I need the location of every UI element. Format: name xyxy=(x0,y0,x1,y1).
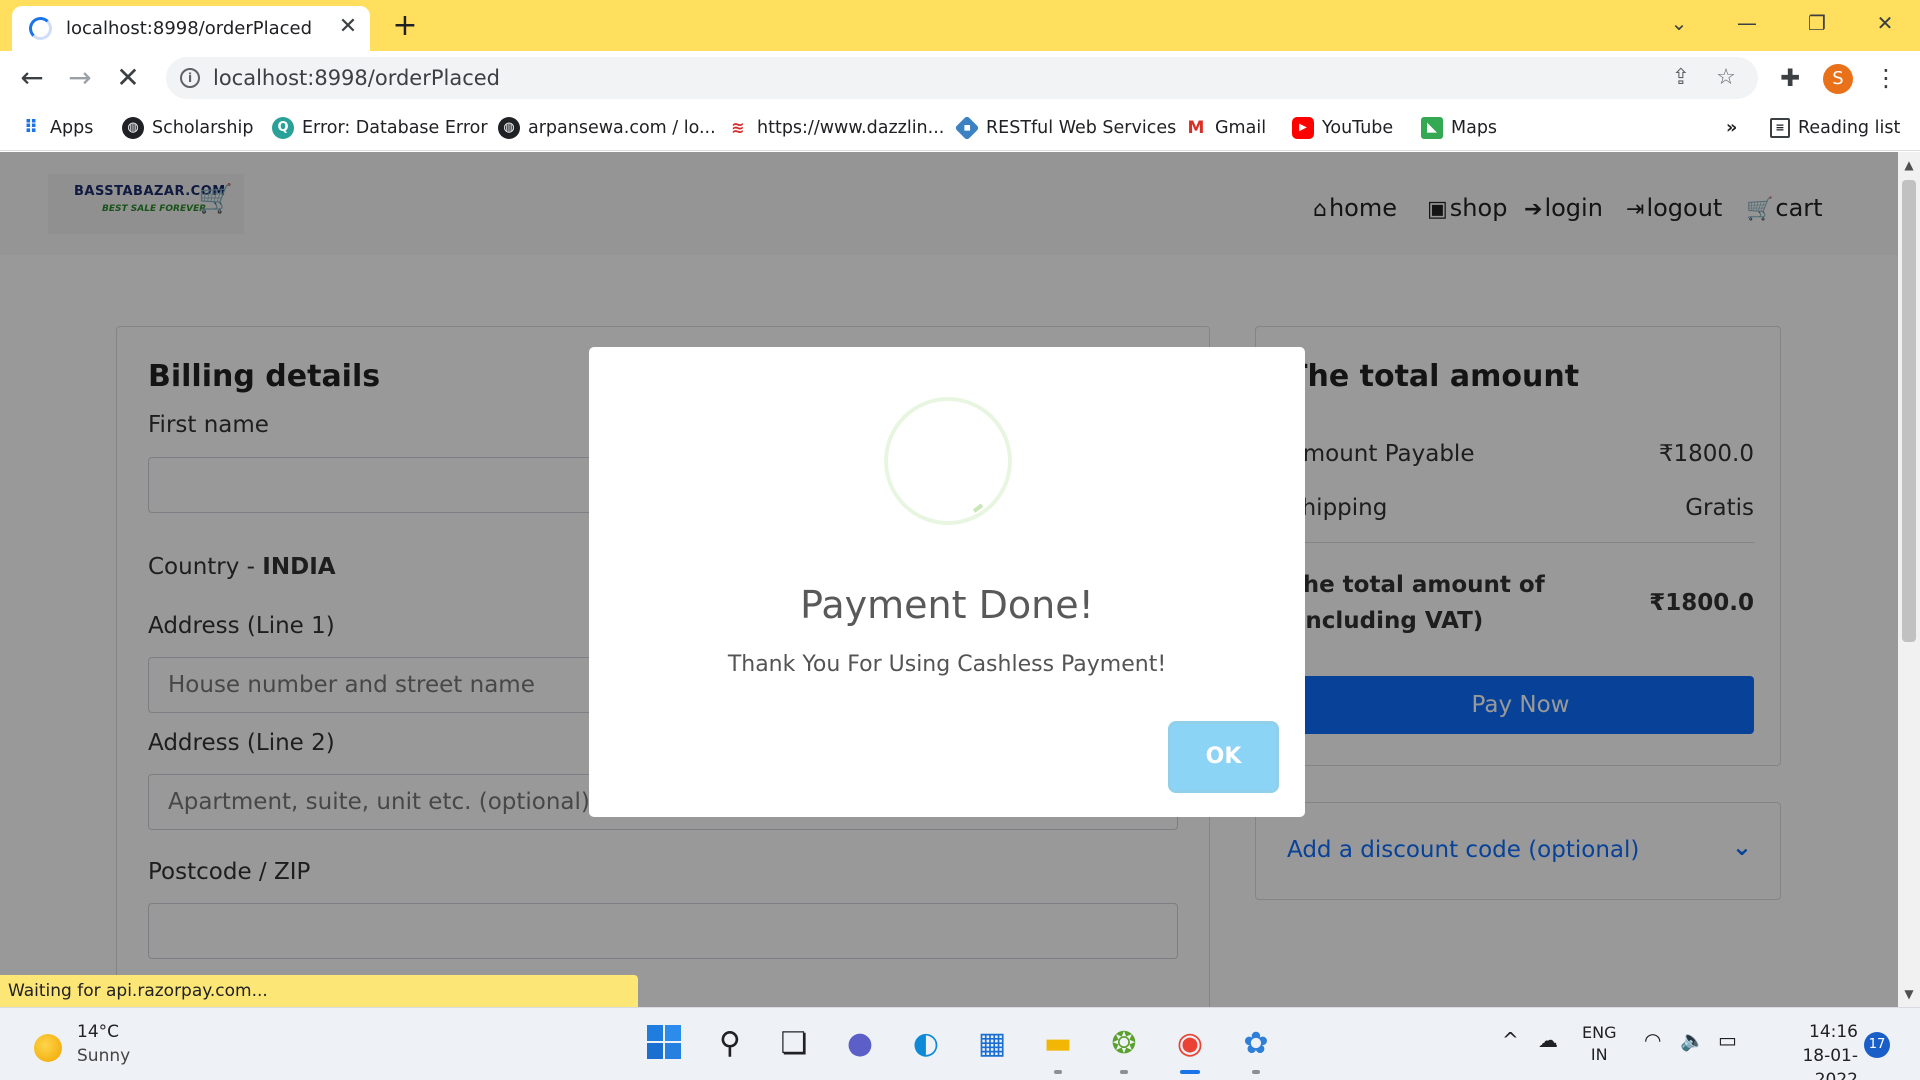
back-button[interactable]: ← xyxy=(14,61,50,97)
site-icon: ≋ xyxy=(731,118,745,137)
paint-icon[interactable]: ✿ xyxy=(1236,1024,1276,1064)
loading-spinner-icon xyxy=(29,17,52,40)
battery-icon[interactable]: ▭ xyxy=(1718,1028,1737,1052)
clock-time: 14:16 xyxy=(1809,1022,1858,1042)
bookmark-database-error[interactable]: Q Error: Database Error xyxy=(272,115,488,141)
bookmark-apps[interactable]: ⠿ Apps xyxy=(20,115,93,141)
bookmark-arpansewa[interactable]: ◍ arpansewa.com / lo... xyxy=(498,115,716,141)
store-icon[interactable]: ▦ xyxy=(972,1024,1012,1064)
site-icon: Q xyxy=(272,117,294,139)
notification-badge[interactable]: 17 xyxy=(1864,1032,1890,1058)
modal-title: Payment Done! xyxy=(800,583,1094,627)
restore-button[interactable]: ❐ xyxy=(1794,8,1840,38)
running-indicator xyxy=(1054,1070,1062,1074)
weather-temperature: 14°C xyxy=(77,1022,120,1042)
task-view-icon[interactable]: ❏ xyxy=(774,1024,814,1064)
running-indicator xyxy=(1120,1070,1128,1074)
tab-search-icon[interactable]: ⌄ xyxy=(1656,8,1702,38)
stop-loading-button[interactable]: ✕ xyxy=(110,61,146,97)
site-info-icon[interactable]: i xyxy=(180,68,200,88)
language-code: ENG xyxy=(1582,1023,1617,1042)
show-hidden-icons-icon[interactable]: ^ xyxy=(1502,1028,1519,1052)
globe-icon: ◍ xyxy=(498,117,520,139)
volume-icon[interactable]: 🔈 xyxy=(1680,1028,1705,1052)
running-indicator xyxy=(1252,1070,1260,1074)
close-tab-icon[interactable]: ✕ xyxy=(334,13,362,41)
scroll-up-icon[interactable]: ▲ xyxy=(1898,154,1920,176)
browser-tab[interactable]: localhost:8998/orderPlaced ✕ xyxy=(12,6,370,51)
gmail-icon: M xyxy=(1187,118,1205,138)
web-page: BASSTABAZAR.COM BEST SALE FOREVER 🛒 ⌂hom… xyxy=(0,152,1898,1007)
browser-toolbar: ← → ✕ i localhost:8998/orderPlaced ⇪ ☆ ✚… xyxy=(0,51,1920,105)
start-button[interactable] xyxy=(644,1024,684,1064)
bookmark-star-icon[interactable]: ☆ xyxy=(1711,63,1741,93)
bookmark-scholarship[interactable]: ◍ Scholarship xyxy=(122,115,254,141)
wifi-icon[interactable]: ◠ xyxy=(1644,1028,1661,1052)
bookmark-youtube[interactable]: ▶ YouTube xyxy=(1292,115,1393,141)
bookmark-maps[interactable]: ◣ Maps xyxy=(1421,115,1497,141)
apps-grid-icon: ⠿ xyxy=(23,117,39,138)
youtube-icon: ▶ xyxy=(1292,117,1314,139)
region-code: IN xyxy=(1590,1045,1608,1064)
windows-logo-icon xyxy=(647,1025,681,1059)
active-indicator xyxy=(1180,1070,1200,1074)
onedrive-cloud-icon[interactable]: ☁ xyxy=(1538,1028,1558,1052)
success-spinner-icon xyxy=(884,397,1012,525)
menu-kebab-icon[interactable]: ⋮ xyxy=(1870,62,1902,94)
reading-list-icon: ≡ xyxy=(1770,118,1790,138)
spring-tool-icon[interactable]: ❂ xyxy=(1104,1024,1144,1064)
modal-message: Thank You For Using Cashless Payment! xyxy=(727,652,1167,677)
site-icon: ◆ xyxy=(954,115,980,141)
new-tab-button[interactable]: + xyxy=(388,10,422,44)
profile-avatar[interactable]: S xyxy=(1823,64,1853,94)
close-window-button[interactable]: ✕ xyxy=(1862,8,1908,38)
globe-icon: ◍ xyxy=(122,117,144,139)
scrollbar-thumb[interactable] xyxy=(1902,180,1916,642)
language-indicator[interactable]: ENG IN xyxy=(1582,1022,1616,1066)
extensions-icon[interactable]: ✚ xyxy=(1774,62,1806,94)
status-bubble: Waiting for api.razorpay.com... xyxy=(0,975,638,1007)
bookmarks-overflow-button[interactable]: » xyxy=(1726,115,1737,141)
forward-button[interactable]: → xyxy=(62,61,98,97)
maps-icon: ◣ xyxy=(1421,117,1443,139)
chat-icon[interactable]: ● xyxy=(840,1024,880,1064)
sun-icon xyxy=(34,1034,62,1062)
share-icon[interactable]: ⇪ xyxy=(1666,63,1696,93)
bookmark-restful[interactable]: ◆ RESTful Web Services xyxy=(954,115,1176,141)
bookmarks-bar: ⠿ Apps ◍ Scholarship Q Error: Database Erro… xyxy=(0,105,1920,151)
url-text[interactable]: localhost:8998/orderPlaced xyxy=(213,66,500,90)
payment-modal: Payment Done! Thank You For Using Cashle… xyxy=(589,347,1305,817)
page-scrollbar[interactable]: ▲ ▼ xyxy=(1898,152,1920,1007)
bookmark-gmail[interactable]: M Gmail xyxy=(1185,115,1267,141)
search-icon[interactable]: ⚲ xyxy=(710,1024,750,1064)
edge-browser-icon[interactable]: ◐ xyxy=(906,1024,946,1064)
clock-date: 18-01-2022 xyxy=(1802,1046,1858,1080)
file-explorer-icon[interactable]: ▬ xyxy=(1038,1024,1078,1064)
chrome-icon[interactable]: ◉ xyxy=(1170,1024,1210,1064)
ok-button[interactable]: OK xyxy=(1171,724,1276,790)
address-bar[interactable]: i localhost:8998/orderPlaced ⇪ ☆ xyxy=(166,57,1758,99)
reading-list-button[interactable]: ≡ Reading list xyxy=(1770,115,1900,141)
windows-taskbar: 14°C Sunny ⚲ ❏ ● ◐ ▦ ▬ ❂ ◉ ✿ ^ ☁ ENG IN … xyxy=(0,1007,1920,1080)
bookmark-dazzling[interactable]: ≋ https://www.dazzlin... xyxy=(727,115,944,141)
tab-strip: localhost:8998/orderPlaced ✕ + ⌄ — ❐ ✕ xyxy=(0,0,1920,51)
tab-title: localhost:8998/orderPlaced xyxy=(66,18,313,39)
minimize-button[interactable]: — xyxy=(1724,8,1770,38)
clock[interactable]: 14:16 18-01-2022 xyxy=(1760,1020,1858,1080)
weather-condition: Sunny xyxy=(77,1046,131,1066)
scroll-down-icon[interactable]: ▼ xyxy=(1898,983,1920,1005)
